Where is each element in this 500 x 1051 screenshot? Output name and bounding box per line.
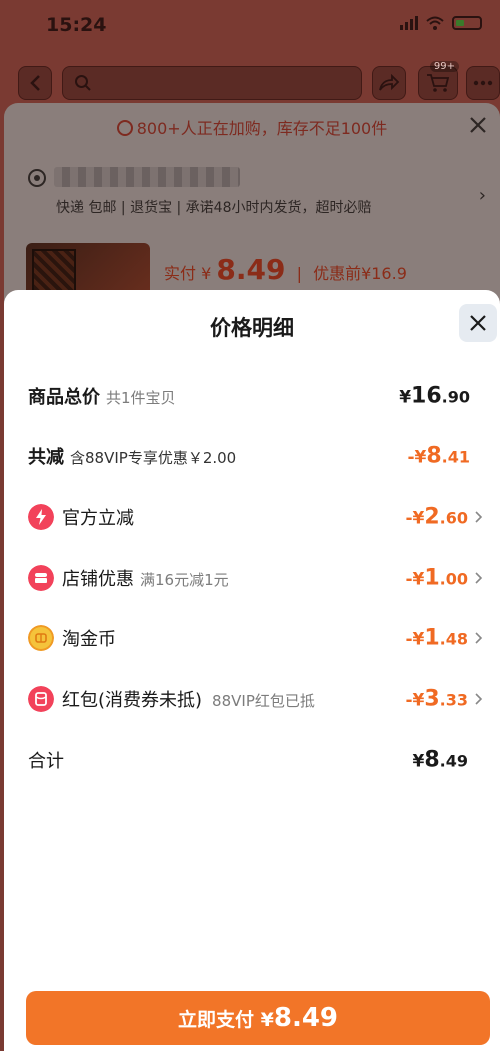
pay-label: 立即支付 bbox=[177, 1009, 254, 1031]
close-button[interactable] bbox=[459, 304, 497, 342]
row-label: 红包(消费券未抵) 88VIP红包已抵 bbox=[62, 690, 315, 711]
row-amount: -¥8.41 bbox=[407, 443, 470, 469]
pay-currency: ¥ bbox=[260, 1009, 274, 1031]
wifi-icon bbox=[426, 16, 444, 30]
share-icon bbox=[379, 74, 400, 91]
location-pin-icon bbox=[28, 169, 46, 187]
row-label: 官方立减 bbox=[62, 508, 134, 529]
cart-icon bbox=[427, 74, 450, 92]
price-detail-sheet: 价格明细 商品总价 共1件宝贝 ¥16.90 共减 含88VIP专享优惠￥2.00 … bbox=[4, 290, 500, 1051]
status-bar: 15:24 bbox=[0, 0, 500, 54]
chevron-right-icon bbox=[475, 693, 483, 705]
price-before: 优惠前¥16.9 bbox=[313, 264, 407, 283]
chevron-right-icon bbox=[475, 511, 483, 523]
row-amount: -¥2.60 bbox=[405, 504, 468, 530]
sku-sheet: 800+人正在加购，库存不足100件 快递 包邮 | 退货宝 | 承诺48小时内… bbox=[4, 103, 500, 303]
cart-badge: 99+ bbox=[429, 61, 459, 72]
sheet-title: 价格明细 bbox=[210, 316, 294, 340]
row-sub: 88VIP红包已抵 bbox=[212, 692, 315, 710]
close-icon bbox=[470, 315, 486, 331]
search-icon bbox=[75, 75, 91, 91]
back-icon bbox=[30, 75, 40, 91]
chevron-right-icon[interactable]: › bbox=[479, 185, 486, 206]
row-amount: ¥16.90 bbox=[399, 383, 470, 409]
row-total-discount: 共减 含88VIP专享优惠￥2.00 -¥8.41 bbox=[4, 436, 500, 476]
row-total: 合计 ¥8.49 bbox=[4, 740, 500, 780]
share-button[interactable] bbox=[372, 66, 406, 100]
price-currency: ¥ bbox=[201, 264, 212, 283]
stock-notice-text: 800+人正在加购，库存不足100件 bbox=[136, 119, 388, 138]
lightning-icon bbox=[28, 504, 54, 530]
status-icons bbox=[400, 16, 482, 30]
row-amount: ¥8.49 bbox=[412, 747, 469, 773]
row-shop-discount[interactable]: 店铺优惠 满16元减1元 -¥1.00 bbox=[4, 558, 500, 598]
signal-icon bbox=[400, 16, 418, 30]
status-time: 15:24 bbox=[46, 14, 107, 36]
row-label: 商品总价 共1件宝贝 bbox=[28, 387, 176, 408]
row-subtotal: 商品总价 共1件宝贝 ¥16.90 bbox=[4, 376, 500, 416]
pay-now-button[interactable]: 立即支付 ¥8.49 bbox=[26, 991, 490, 1045]
battery-icon bbox=[452, 16, 482, 30]
price-value: 8.49 bbox=[216, 253, 286, 286]
top-nav: 99+ bbox=[0, 61, 500, 106]
red-packet-icon bbox=[28, 686, 54, 712]
row-amount: -¥3.33 bbox=[405, 686, 468, 712]
search-bar[interactable] bbox=[62, 66, 362, 100]
row-label: 合计 bbox=[28, 751, 64, 772]
row-amount: -¥1.00 bbox=[405, 565, 468, 591]
shop-icon bbox=[28, 565, 54, 591]
price-strip: 实付 ¥ 8.49 | 优惠前¥16.9 bbox=[164, 253, 407, 286]
coin-icon bbox=[28, 625, 54, 651]
shipping-info: 快递 包邮 | 退货宝 | 承诺48小时内发货，超时必赔 bbox=[56, 200, 372, 216]
row-sub: 满16元减1元 bbox=[140, 571, 229, 589]
row-official-discount[interactable]: 官方立减 -¥2.60 bbox=[4, 497, 500, 537]
price-separator: | bbox=[296, 264, 302, 283]
row-sub: 共1件宝贝 bbox=[106, 389, 176, 407]
alarm-icon bbox=[116, 120, 133, 136]
row-taojinbi[interactable]: 淘金币 -¥1.48 bbox=[4, 618, 500, 658]
price-label: 实付 bbox=[164, 264, 197, 283]
row-amount: -¥1.48 bbox=[405, 625, 468, 651]
more-icon bbox=[473, 80, 493, 86]
row-label: 共减 含88VIP专享优惠￥2.00 bbox=[28, 447, 237, 468]
address-blurred[interactable] bbox=[54, 167, 240, 187]
close-icon[interactable] bbox=[466, 113, 490, 137]
chevron-right-icon bbox=[475, 632, 483, 644]
chevron-right-icon bbox=[475, 572, 483, 584]
pay-value: 8.49 bbox=[273, 1003, 339, 1033]
cart-button[interactable]: 99+ bbox=[418, 61, 459, 100]
row-label: 店铺优惠 满16元减1元 bbox=[62, 569, 229, 590]
row-label: 淘金币 bbox=[62, 629, 116, 650]
back-button[interactable] bbox=[18, 66, 52, 100]
stock-notice: 800+人正在加购，库存不足100件 bbox=[4, 115, 500, 139]
row-red-packet[interactable]: 红包(消费券未抵) 88VIP红包已抵 -¥3.33 bbox=[4, 679, 500, 719]
more-button[interactable] bbox=[466, 66, 500, 100]
row-sub: 含88VIP专享优惠￥2.00 bbox=[70, 449, 237, 467]
